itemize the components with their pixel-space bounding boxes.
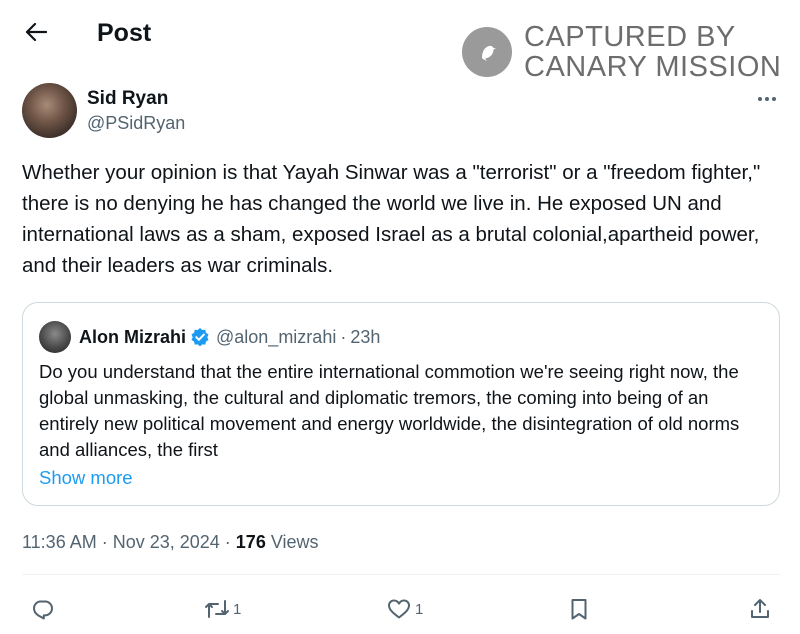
- author-handle[interactable]: @PSidRyan: [87, 111, 185, 135]
- post-metadata: 11:36 AM · Nov 23, 2024 · 176 Views: [22, 532, 319, 553]
- show-more-link[interactable]: Show more: [39, 467, 133, 489]
- watermark-line-2: CANARY MISSION: [524, 51, 782, 83]
- meta-separator: ·: [96, 532, 113, 552]
- quoted-post[interactable]: Alon Mizrahi @alon_mizrahi · 23h Do you …: [22, 302, 780, 506]
- watermark-line-1: CAPTURED BY: [524, 21, 736, 53]
- reply-button[interactable]: [31, 594, 58, 624]
- like-count: 1: [415, 600, 424, 618]
- quoted-display-name: Alon Mizrahi: [79, 327, 186, 347]
- canary-logo-icon: [462, 27, 512, 77]
- quoted-timestamp: 23h: [350, 327, 381, 347]
- meta-separator: ·: [219, 532, 236, 552]
- arrow-left-icon: [25, 22, 48, 47]
- more-options-button[interactable]: [752, 86, 782, 110]
- bookmark-icon: [568, 597, 590, 621]
- action-bar: 1 1: [0, 594, 800, 624]
- bookmark-button[interactable]: [568, 594, 590, 624]
- reply-icon: [31, 597, 55, 621]
- author-display-name[interactable]: Sid Ryan: [87, 87, 185, 111]
- post-author: Sid Ryan @PSidRyan: [22, 83, 185, 138]
- page-title: Post: [97, 19, 152, 47]
- views-label: Views: [265, 532, 319, 552]
- repost-button[interactable]: 1: [204, 594, 241, 624]
- repost-count: 1: [233, 600, 242, 618]
- more-horizontal-icon: [757, 89, 777, 107]
- quoted-avatar: [39, 321, 71, 353]
- share-icon: [748, 597, 772, 621]
- capture-watermark: CAPTURED BY CANARY MISSION: [462, 22, 781, 82]
- like-button[interactable]: 1: [386, 594, 423, 624]
- views-count: 176: [235, 532, 266, 552]
- quoted-text: Do you understand that the entire intern…: [39, 361, 740, 460]
- share-button[interactable]: [748, 594, 772, 624]
- post-text: Whether your opinion is that Yayah Sinwa…: [22, 161, 766, 277]
- quoted-separator: ·: [340, 327, 347, 347]
- post-date[interactable]: Nov 23, 2024: [113, 532, 220, 552]
- repost-icon: [204, 597, 230, 621]
- heart-icon: [386, 597, 412, 621]
- avatar[interactable]: [22, 83, 77, 138]
- quoted-handle: @alon_mizrahi: [216, 327, 337, 347]
- post-time[interactable]: 11:36 AM: [22, 532, 97, 552]
- divider: [22, 574, 780, 575]
- verified-badge-icon: [190, 327, 210, 347]
- back-button[interactable]: [20, 18, 52, 50]
